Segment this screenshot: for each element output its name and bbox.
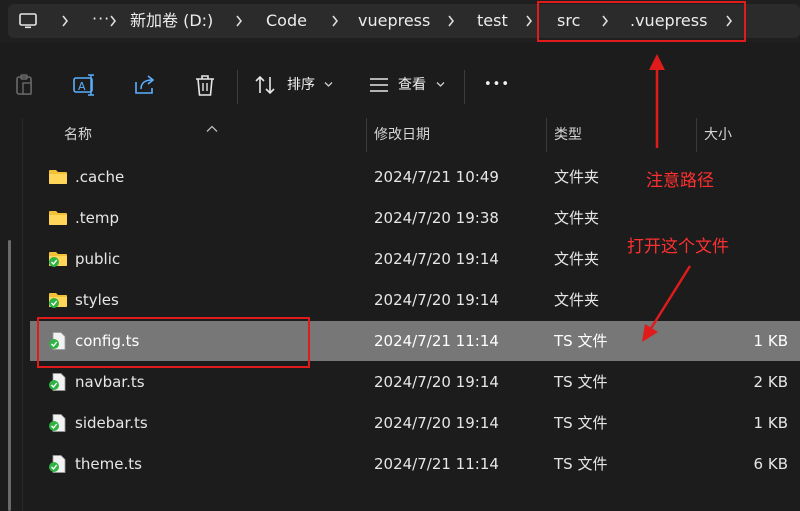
chevron-right-icon[interactable] [106,4,118,38]
chevron-down-icon [436,82,445,87]
paste-icon[interactable] [12,70,38,100]
file-name: theme.ts [75,455,142,473]
file-name: styles [75,291,119,309]
folder-icon [48,209,68,227]
column-modified[interactable]: 修改日期 [374,118,430,152]
file-row[interactable]: navbar.ts 2024/7/20 19:14 TS 文件 2 KB [30,362,800,402]
more-options-icon: ••• [484,77,511,92]
file-size: 6 KB [753,455,788,473]
file-row[interactable]: sidebar.ts 2024/7/20 19:14 TS 文件 1 KB [30,403,800,443]
sort-button[interactable]: 排序 [254,70,334,100]
synced-file-icon [48,373,68,391]
more-options-button[interactable]: ••• [484,70,510,100]
file-name: sidebar.ts [75,414,148,432]
sort-ascending-icon [206,118,218,137]
chevron-right-icon[interactable] [522,4,534,38]
view-icon [370,78,388,92]
path-highlight-box [537,1,746,42]
chevron-down-icon [324,82,333,87]
file-type: 文件夹 [554,291,600,309]
toolbar-divider [237,70,238,104]
column-divider[interactable] [366,118,367,152]
column-name[interactable]: 名称 [64,118,92,152]
file-size: 1 KB [753,332,788,350]
path-note: 注意路径 [646,171,714,191]
column-divider[interactable] [696,118,697,152]
synced-file-icon [48,455,68,473]
view-label: 查看 [398,77,426,93]
file-modified: 2024/7/20 19:14 [374,291,499,309]
file-type: 文件夹 [554,250,600,268]
file-name: public [75,250,121,268]
file-modified: 2024/7/21 10:49 [374,168,499,186]
svg-text:A: A [78,80,86,93]
file-name: navbar.ts [75,373,145,391]
view-button[interactable]: 查看 [368,70,448,100]
file-row[interactable]: theme.ts 2024/7/21 11:14 TS 文件 6 KB [30,444,800,484]
open-file-note: 打开这个文件 [627,237,729,257]
synced-file-icon [48,414,68,432]
breadcrumb-vuepress[interactable]: vuepress [358,4,430,38]
delete-icon[interactable] [192,70,218,100]
file-size: 2 KB [753,373,788,391]
breadcrumb-test[interactable]: test [477,4,508,38]
chevron-right-icon[interactable] [58,4,70,38]
column-header: 名称 修改日期 类型 大小 [0,118,800,152]
file-highlight-box [37,317,310,368]
share-icon[interactable] [132,70,158,100]
chevron-right-icon[interactable] [444,4,456,38]
file-type: 文件夹 [554,168,600,186]
file-modified: 2024/7/21 11:14 [374,332,499,350]
nav-pane-divider [22,118,23,511]
sort-icon [255,75,275,95]
file-type: TS 文件 [554,332,608,350]
file-modified: 2024/7/20 19:14 [374,373,499,391]
column-divider[interactable] [546,118,547,152]
breadcrumb-drive[interactable]: 新加卷 (D:) [130,4,213,38]
nav-pane-scrollbar[interactable] [8,240,11,511]
column-type[interactable]: 类型 [554,118,582,152]
breadcrumb-code[interactable]: Code [266,4,307,38]
file-modified: 2024/7/21 11:14 [374,455,499,473]
file-type: TS 文件 [554,455,608,473]
file-modified: 2024/7/20 19:14 [374,250,499,268]
file-type: 文件夹 [554,209,600,227]
file-size: 1 KB [753,414,788,432]
column-size[interactable]: 大小 [704,118,732,152]
file-name: .temp [75,209,120,227]
command-bar: A 排序 查看 ••• [0,42,800,118]
file-type: TS 文件 [554,414,608,432]
rename-icon[interactable]: A [72,70,98,100]
file-modified: 2024/7/20 19:14 [374,414,499,432]
synced-folder-icon [48,291,68,309]
toolbar-divider [464,70,465,104]
file-name: .cache [75,168,125,186]
chevron-right-icon[interactable] [232,4,244,38]
this-pc-icon[interactable] [18,11,38,31]
synced-folder-icon [48,250,68,268]
file-modified: 2024/7/20 19:38 [374,209,499,227]
file-type: TS 文件 [554,373,608,391]
folder-icon [48,168,68,186]
sort-label: 排序 [287,77,315,93]
file-row[interactable]: styles 2024/7/20 19:14 文件夹 [30,280,800,320]
chevron-right-icon[interactable] [328,4,340,38]
